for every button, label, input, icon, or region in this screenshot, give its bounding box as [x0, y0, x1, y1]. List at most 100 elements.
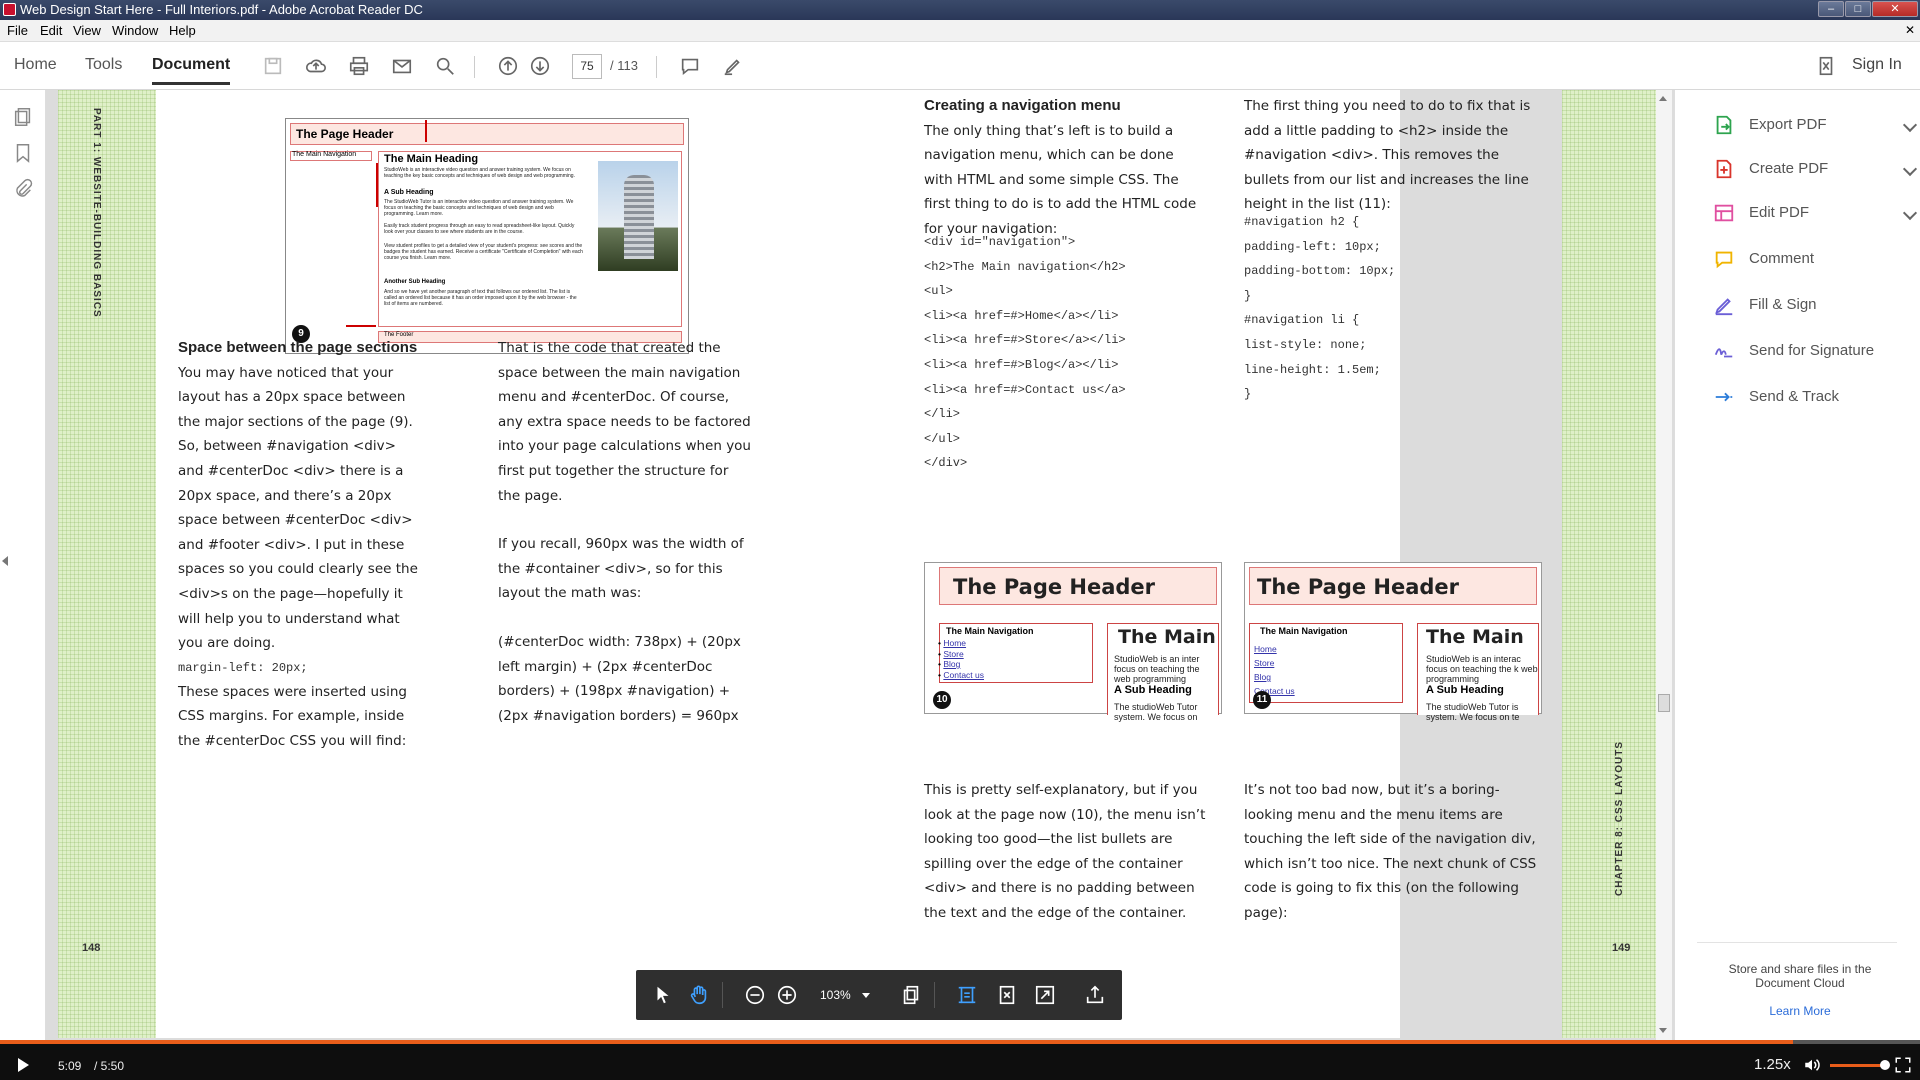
fig11-link-home[interactable]: Home	[1254, 644, 1277, 654]
tool-label: Create PDF	[1749, 160, 1829, 177]
menu-edit[interactable]: Edit	[40, 20, 62, 41]
menu-window[interactable]: Window	[112, 20, 158, 41]
fig10-link-store[interactable]: Store	[943, 649, 963, 659]
fig11-link-store[interactable]: Store	[1254, 658, 1274, 668]
attachment-icon[interactable]	[12, 178, 34, 200]
fig10-body: StudioWeb is an inter focus on teaching …	[1114, 654, 1200, 684]
comment-tool-icon	[1715, 251, 1733, 269]
search-icon[interactable]	[431, 52, 459, 80]
panel-divider	[1697, 942, 1897, 943]
page-display-icon[interactable]	[898, 982, 924, 1008]
fig11-badge: 11	[1253, 691, 1271, 709]
left-page-number: 148	[82, 942, 101, 954]
menu-close-icon[interactable]: ✕	[1905, 20, 1915, 41]
fullscreen-icon[interactable]	[1894, 1056, 1912, 1074]
fig9-body1: StudioWeb is an interactive video questi…	[384, 167, 575, 179]
tool-label: Send for Signature	[1749, 342, 1875, 359]
maximize-button[interactable]: □	[1845, 1, 1871, 17]
minimize-button[interactable]: –	[1818, 1, 1844, 17]
fig11-main-box: The Main StudioWeb is an interac focus o…	[1417, 623, 1539, 722]
right-column-1-lower: This is pretty self-explanatory, but if …	[924, 778, 1220, 926]
scroll-down-icon[interactable]	[1659, 1028, 1667, 1033]
bookmark-icon[interactable]	[12, 142, 34, 164]
page-number-input[interactable]: 75	[572, 54, 602, 79]
toolbar-divider	[656, 56, 657, 78]
video-player-bar: 5:09 / 5:50 1.25x	[0, 1040, 1920, 1080]
scroll-up-icon[interactable]	[1659, 96, 1667, 101]
fig10-nav-list: • Home • Store • Blog • Contact us	[938, 638, 984, 680]
zoom-level-select[interactable]: 103%	[812, 982, 868, 1008]
menu-view[interactable]: View	[73, 20, 101, 41]
paragraph: This is pretty self-explanatory, but if …	[924, 782, 1206, 921]
fig11-nav-title: The Main Navigation	[1260, 626, 1348, 636]
share-export-icon[interactable]	[1082, 982, 1108, 1008]
zoom-dropdown-icon[interactable]	[862, 993, 870, 998]
volume-slider[interactable]	[1830, 1064, 1886, 1067]
fig10-link-home[interactable]: Home	[943, 638, 966, 648]
hand-tool-icon[interactable]	[686, 982, 712, 1008]
select-tool-icon[interactable]	[650, 982, 676, 1008]
section-heading: Creating a navigation menu	[924, 97, 1121, 114]
fig9-body3: Easily track student progress through an…	[384, 223, 575, 235]
figure-10: The Page Header The Main Navigation • Ho…	[924, 562, 1222, 722]
paragraph: The only thing that’s left is to build a…	[924, 122, 1197, 237]
html-code-block: <div id="navigation"> <h2>The Main navig…	[924, 235, 1126, 471]
fig9-arrow	[425, 120, 427, 142]
save-icon[interactable]	[259, 52, 287, 80]
video-progress-bar[interactable]	[0, 1040, 1920, 1044]
upload-cloud-icon[interactable]	[302, 52, 330, 80]
zoom-in-icon[interactable]	[774, 982, 800, 1008]
chevron-down-icon[interactable]	[1902, 161, 1918, 177]
learn-more-link[interactable]: Learn More	[1705, 1004, 1895, 1018]
fit-width-icon[interactable]	[954, 982, 980, 1008]
tool-label: Send & Track	[1749, 388, 1840, 405]
sign-in-icon[interactable]	[1812, 52, 1840, 80]
fig9-body2: The StudioWeb Tutor is an interactive vi…	[384, 199, 574, 217]
chevron-down-icon[interactable]	[1902, 205, 1918, 221]
sign-in-link[interactable]: Sign In	[1852, 56, 1902, 74]
title-bar: Web Design Start Here - Full Interiors.p…	[0, 0, 1920, 20]
fig10-main-heading: The Main	[1118, 626, 1216, 648]
print-icon[interactable]	[345, 52, 373, 80]
vertical-scrollbar[interactable]	[1656, 90, 1672, 1040]
tab-home[interactable]: Home	[14, 56, 57, 74]
edit-pdf-icon	[1714, 204, 1734, 222]
comment-icon[interactable]	[676, 52, 704, 80]
volume-icon[interactable]	[1802, 1056, 1822, 1074]
left-running-head: PART 1: WEBSITE-BUILDING BASICS	[91, 108, 102, 318]
fig10-link-blog[interactable]: Blog	[943, 659, 960, 669]
tool-label: Fill & Sign	[1749, 296, 1817, 313]
fig10-main-box: The Main StudioWeb is an inter focus on …	[1107, 623, 1219, 722]
fig10-header: The Page Header	[953, 575, 1156, 599]
email-icon[interactable]	[388, 52, 416, 80]
fig9-arrow	[346, 325, 376, 327]
next-page-icon[interactable]	[526, 52, 554, 80]
tab-tools[interactable]: Tools	[85, 56, 122, 74]
css-code-block: #navigation h2 { padding-left: 10px; pad…	[1244, 215, 1396, 402]
close-button[interactable]: ✕	[1872, 1, 1918, 17]
collapse-left-panel-icon[interactable]	[2, 556, 8, 566]
menu-help[interactable]: Help	[169, 20, 196, 41]
menu-bar: File Edit View Window Help ✕	[0, 20, 1920, 42]
fig11-body2: The studioWeb Tutor is system. We focus …	[1426, 702, 1520, 722]
tools-panel: Export PDF Create PDF Edit PDF Comment F…	[1674, 90, 1920, 1040]
zoom-out-icon[interactable]	[742, 982, 768, 1008]
page-thumbnails-icon[interactable]	[12, 106, 34, 128]
section-heading: Space between the page sections	[178, 339, 418, 356]
previous-page-icon[interactable]	[494, 52, 522, 80]
pen-sign-icon[interactable]	[719, 52, 747, 80]
full-screen-icon[interactable]	[1032, 982, 1058, 1008]
scrollbar-thumb[interactable]	[1658, 694, 1670, 712]
right-page-number: 149	[1612, 942, 1631, 954]
chevron-down-icon[interactable]	[1902, 117, 1918, 133]
playback-speed[interactable]: 1.25x	[1754, 1056, 1791, 1073]
fit-page-icon[interactable]	[994, 982, 1020, 1008]
document-view[interactable]: PART 1: WEBSITE-BUILDING BASICS 148 The …	[46, 90, 1674, 1040]
fig11-link-blog[interactable]: Blog	[1254, 672, 1271, 682]
volume-knob[interactable]	[1880, 1060, 1890, 1070]
menu-file[interactable]: File	[7, 20, 28, 41]
fig10-nav-title: The Main Navigation	[946, 626, 1034, 636]
tab-document[interactable]: Document	[152, 56, 231, 85]
play-icon[interactable]	[18, 1058, 29, 1072]
fig10-link-contact[interactable]: Contact us	[943, 670, 984, 680]
